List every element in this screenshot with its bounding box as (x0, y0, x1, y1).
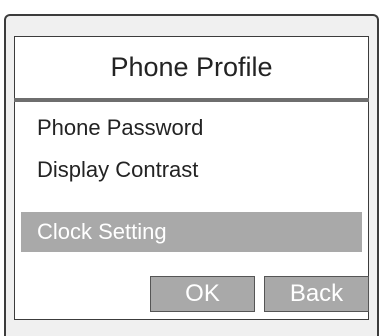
dialog-title: Phone Profile (110, 52, 273, 82)
back-button[interactable]: Back (264, 276, 369, 312)
menu-item-phone-password[interactable]: Phone Password (15, 108, 368, 148)
menu-item-display-contrast[interactable]: Display Contrast (15, 150, 368, 190)
phone-profile-dialog: Phone Profile Phone Password Display Con… (4, 14, 379, 336)
menu-item-clock-setting[interactable]: Clock Setting (21, 212, 362, 252)
title-bar: Phone Profile (14, 36, 369, 98)
ok-button[interactable]: OK (150, 276, 255, 312)
